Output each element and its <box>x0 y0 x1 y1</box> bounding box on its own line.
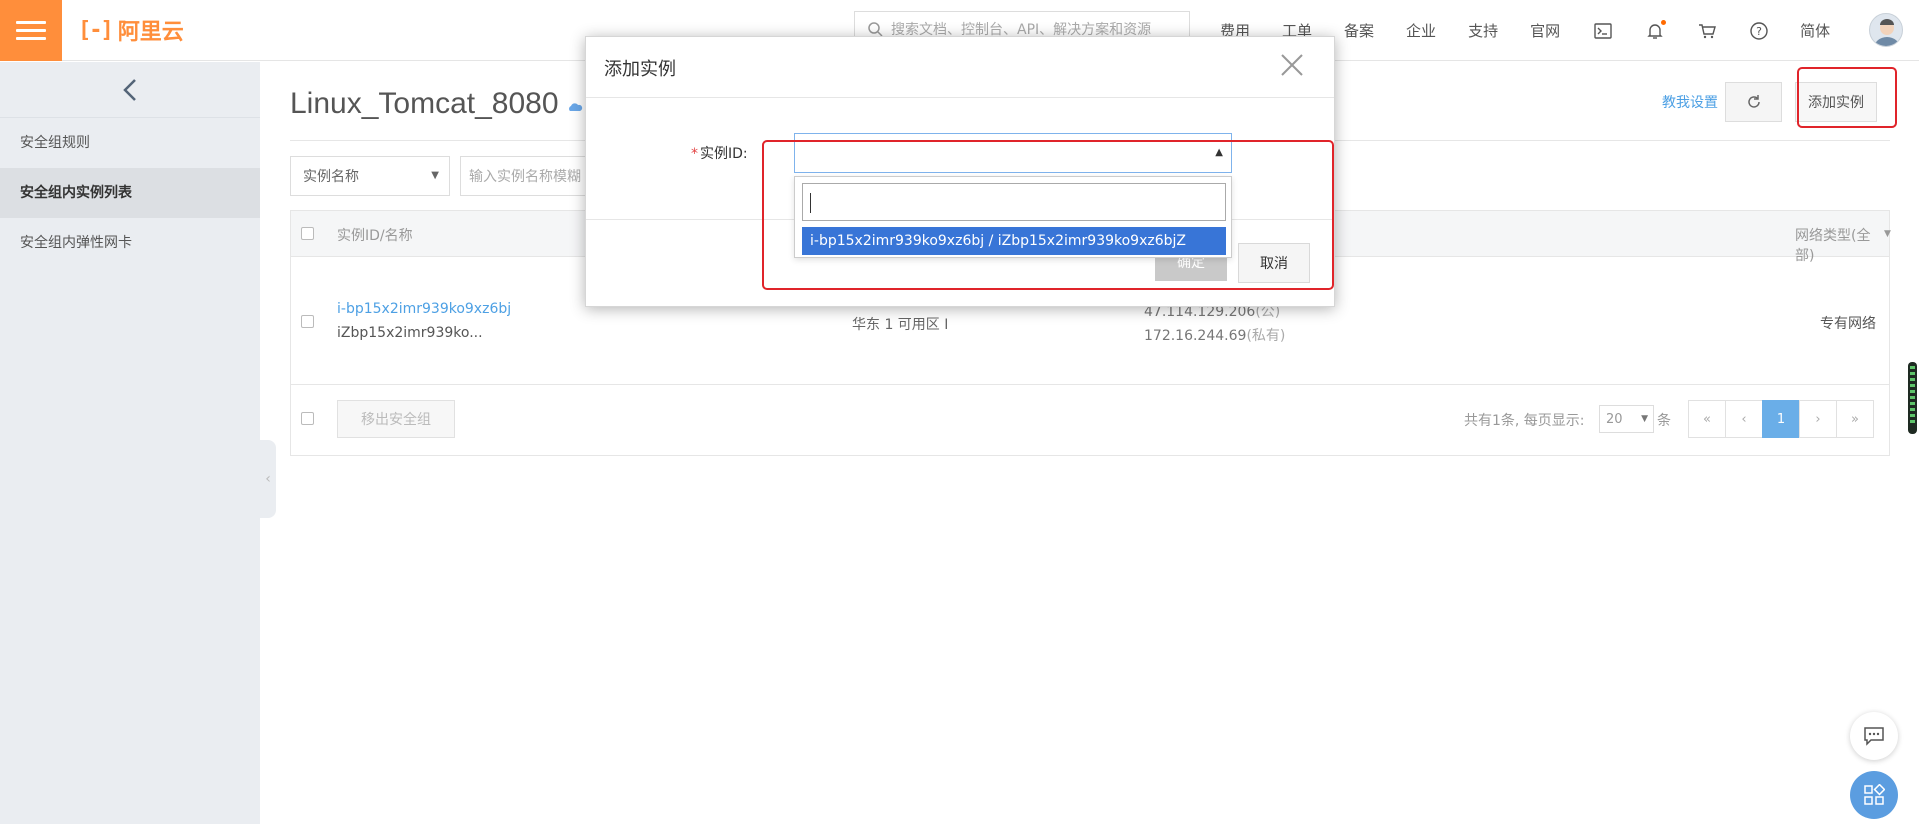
refresh-button[interactable] <box>1725 82 1782 122</box>
network-type: 专有网络 <box>1820 316 1876 332</box>
page-1-button[interactable]: 1 <box>1762 400 1800 438</box>
sidebar: 安全组规则 安全组内实例列表 安全组内弹性网卡 <box>0 62 260 824</box>
prev-page-button[interactable]: ‹ <box>1725 400 1763 438</box>
terminal-icon[interactable] <box>1592 20 1614 42</box>
notification-dot <box>1661 19 1667 25</box>
apps-button[interactable] <box>1850 771 1898 819</box>
sidebar-item-eni[interactable]: 安全组内弹性网卡 <box>0 218 260 268</box>
cart-icon[interactable] <box>1696 20 1718 42</box>
filter-type-value: 实例名称 <box>303 169 359 185</box>
private-ip: 172.16.244.69(私有) <box>1144 325 1285 345</box>
scroll-indicator[interactable] <box>1908 362 1917 434</box>
last-page-button[interactable]: » <box>1836 400 1874 438</box>
dialog-title: 添加实例 <box>604 59 676 80</box>
filter-search-placeholder: 输入实例名称模糊 <box>469 169 581 185</box>
page-size-select[interactable]: 20 ▼ <box>1599 405 1654 433</box>
instance-id-link[interactable]: i-bp15x2imr939ko9xz6bj <box>337 301 511 317</box>
highlight-box <box>1797 67 1897 128</box>
header-id-name: 实例ID/名称 <box>337 228 413 244</box>
pager-unit: 条 <box>1657 413 1671 429</box>
nav-official-site[interactable]: 官网 <box>1530 20 1560 41</box>
first-page-button[interactable]: « <box>1688 400 1726 438</box>
row-checkbox[interactable] <box>301 315 314 328</box>
avatar[interactable] <box>1869 13 1903 47</box>
page-title: Linux_Tomcat_8080 <box>290 87 559 120</box>
private-ip-tag: (私有) <box>1246 328 1286 344</box>
help-icon[interactable]: ? <box>1748 20 1770 42</box>
instance-id-label-text: 实例ID: <box>700 146 748 162</box>
filter-type-select[interactable]: 实例名称 ▼ <box>290 156 450 196</box>
nav-icp[interactable]: 备案 <box>1344 20 1374 41</box>
sidebar-collapse-handle[interactable]: ‹ <box>260 440 276 518</box>
caret-down-icon[interactable]: ▼ <box>1884 229 1891 239</box>
nav-support[interactable]: 支持 <box>1468 20 1498 41</box>
close-icon[interactable] <box>1278 51 1306 79</box>
zone: 华东 1 可用区 I <box>852 317 949 333</box>
footer-select-all-checkbox[interactable] <box>301 412 314 425</box>
help-setup-link[interactable]: 教我设置 <box>1662 92 1718 112</box>
caret-down-icon: ▼ <box>1641 414 1648 424</box>
page-size-value: 20 <box>1606 411 1623 427</box>
language-switch[interactable]: 简体 <box>1800 20 1830 41</box>
caret-down-icon: ▼ <box>431 170 439 181</box>
dialog-header: 添加实例 <box>586 37 1334 98</box>
refresh-icon <box>1747 95 1760 108</box>
pager-summary: 共有1条, 每页显示: <box>1464 413 1585 429</box>
private-ip-value: 172.16.244.69 <box>1144 328 1247 344</box>
back-button[interactable] <box>0 62 260 118</box>
chat-button[interactable] <box>1850 712 1898 760</box>
cloud-icon <box>567 100 583 116</box>
search-icon <box>868 22 883 37</box>
logo-mark: [-] <box>78 17 114 43</box>
logo-text: 阿里云 <box>117 20 184 45</box>
remove-from-group-button[interactable]: 移出安全组 <box>337 400 455 438</box>
table-footer: 移出安全组 共有1条, 每页显示: 20 ▼ 条 « ‹ 1 › » <box>291 385 1889 455</box>
chevron-left-icon: ‹ <box>265 471 271 487</box>
menu-icon[interactable] <box>0 0 62 61</box>
select-all-checkbox[interactable] <box>301 227 314 240</box>
chevron-left-icon <box>123 78 136 101</box>
sidebar-item-rules[interactable]: 安全组规则 <box>0 118 260 168</box>
nav-enterprise[interactable]: 企业 <box>1406 20 1436 41</box>
pagination: « ‹ 1 › » <box>1688 400 1874 438</box>
sidebar-item-instances[interactable]: 安全组内实例列表 <box>0 168 260 218</box>
svg-text:?: ? <box>1756 25 1762 38</box>
logo[interactable]: [-] 阿里云 <box>78 14 184 46</box>
highlight-box <box>762 140 1334 290</box>
next-page-button[interactable]: › <box>1799 400 1837 438</box>
apps-icon <box>1864 784 1885 805</box>
chat-icon <box>1864 727 1884 746</box>
instance-id-label: * 实例ID: <box>691 143 748 163</box>
instance-name: iZbp15x2imr939ko... <box>337 325 483 341</box>
required-mark: * <box>691 146 698 162</box>
bell-icon[interactable] <box>1644 19 1667 42</box>
